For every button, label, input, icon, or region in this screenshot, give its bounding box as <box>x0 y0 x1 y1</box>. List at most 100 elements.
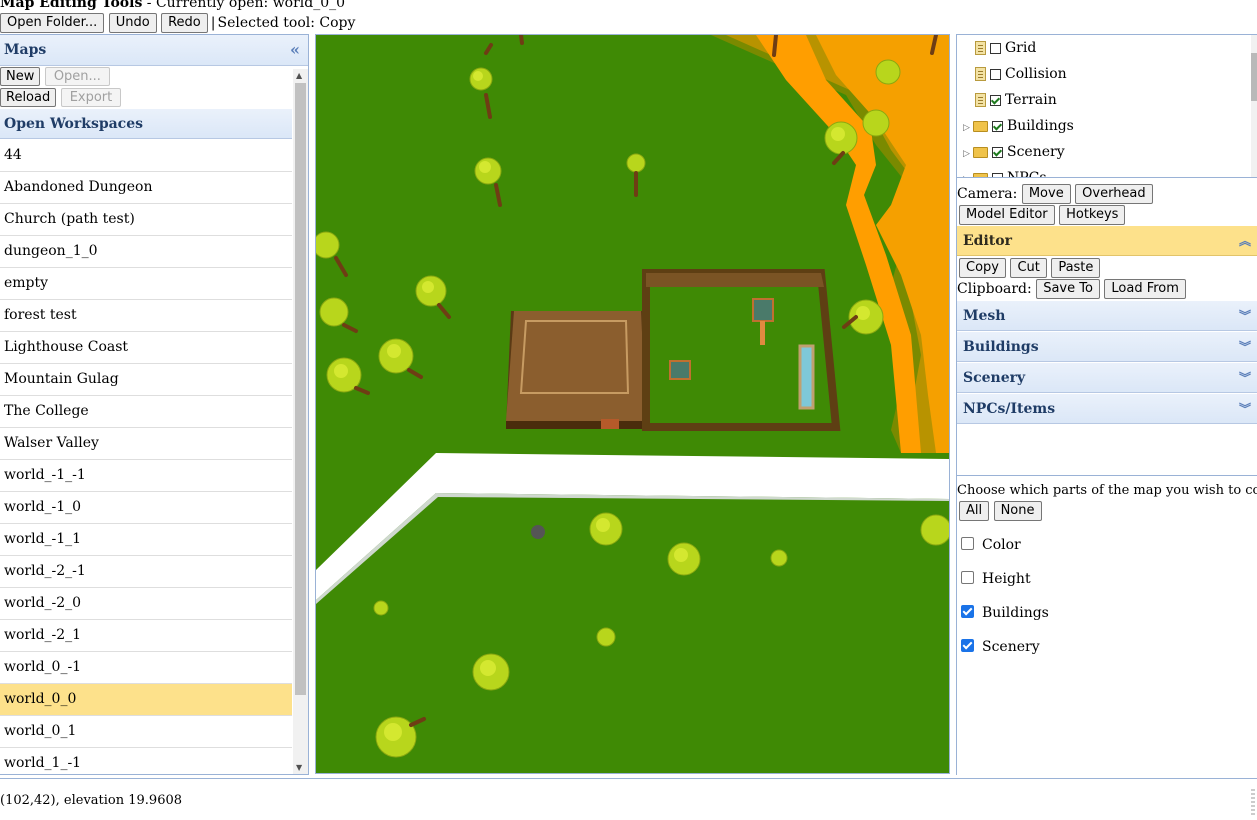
copy-instructions: Choose which parts of the map you wish t… <box>957 483 1257 498</box>
copy-option-label: Color <box>982 537 1021 553</box>
camera-overhead-button[interactable]: Overhead <box>1075 184 1153 204</box>
undo-button[interactable]: Undo <box>108 13 157 33</box>
app-name: Map Editing Tools <box>0 0 143 11</box>
workspace-item[interactable]: 44 <box>0 140 292 172</box>
select-none-button[interactable]: None <box>993 501 1042 521</box>
scenery-section-header[interactable]: Scenery ︾ <box>957 363 1257 393</box>
scrollbar-thumb[interactable] <box>295 83 306 695</box>
folder-icon <box>973 172 988 177</box>
workspace-item[interactable]: world_0_-1 <box>0 652 292 684</box>
camera-controls: Camera: Move Overhead <box>957 184 1153 204</box>
collapse-panel-icon[interactable]: « <box>290 35 300 65</box>
hotkeys-button[interactable]: Hotkeys <box>1059 205 1126 225</box>
layer-visibility-checkbox[interactable] <box>992 146 1003 158</box>
mesh-section-header[interactable]: Mesh ︾ <box>957 301 1257 331</box>
workspace-item[interactable]: world_-1_0 <box>0 492 292 524</box>
copy-option-height[interactable]: Height <box>961 570 1031 587</box>
folder-icon <box>973 146 988 158</box>
export-button[interactable]: Export <box>60 88 122 107</box>
copy-option-label: Scenery <box>982 639 1040 655</box>
view-controls: Model Editor Hotkeys <box>959 205 1126 225</box>
workspace-item[interactable]: forest test <box>0 300 292 332</box>
chest <box>669 360 691 380</box>
paste-tool-button[interactable]: Paste <box>1051 258 1101 278</box>
current-map-name: world_0_0 <box>272 0 346 11</box>
expand-arrow-icon[interactable]: ▷ <box>963 141 973 167</box>
workspace-item[interactable]: empty <box>0 268 292 300</box>
layer-visibility-checkbox[interactable] <box>992 120 1003 132</box>
chevron-down-icon: ︾ <box>1238 309 1251 323</box>
buildings-section-header[interactable]: Buildings ︾ <box>957 332 1257 362</box>
copy-option-scenery[interactable]: Scenery <box>961 638 1040 655</box>
top-bar: Map Editing Tools - Currently open: worl… <box>0 0 1257 34</box>
copy-option-buildings[interactable]: Buildings <box>961 604 1049 621</box>
maps-panel-header: Maps « <box>0 35 308 66</box>
workspace-item[interactable]: dungeon_1_0 <box>0 236 292 268</box>
rock <box>531 525 545 539</box>
layer-collision[interactable]: Collision <box>975 61 1067 87</box>
workspace-item[interactable]: Lighthouse Coast <box>0 332 292 364</box>
layer-visibility-checkbox[interactable] <box>992 172 1003 177</box>
reload-button[interactable]: Reload <box>0 88 57 107</box>
workspace-item[interactable]: world_-1_-1 <box>0 460 292 492</box>
new-map-button[interactable]: New <box>0 67 41 86</box>
layer-terrain[interactable]: Terrain <box>975 87 1057 113</box>
scrollbar-thumb[interactable] <box>1251 53 1257 101</box>
redo-button[interactable]: Redo <box>161 13 208 33</box>
expand-arrow-icon[interactable]: ▷ <box>963 115 973 141</box>
layer-scenery[interactable]: ▷ Scenery <box>963 139 1065 165</box>
workspace-item[interactable]: Abandoned Dungeon <box>0 172 292 204</box>
workspace-item[interactable]: world_1_-1 <box>0 748 292 775</box>
npcs-items-section-title: NPCs/Items <box>963 401 1056 417</box>
select-all-button[interactable]: All <box>959 501 990 521</box>
workspace-scrollbar[interactable]: ▲ ▼ <box>293 69 308 774</box>
copy-option-checkbox[interactable] <box>961 536 974 550</box>
workspace-item[interactable]: world_0_1 <box>0 716 292 748</box>
copy-option-checkbox[interactable] <box>961 604 974 618</box>
layer-npcs[interactable]: ▷ NPCs <box>963 165 1047 178</box>
layers-scrollbar[interactable] <box>1251 35 1257 177</box>
layer-grid[interactable]: Grid <box>975 35 1036 61</box>
workspace-item[interactable]: Church (path test) <box>0 204 292 236</box>
workspace-item[interactable]: Walser Valley <box>0 428 292 460</box>
copy-tool-button[interactable]: Copy <box>959 258 1006 278</box>
model-editor-button[interactable]: Model Editor <box>959 205 1055 225</box>
layer-visibility-checkbox[interactable] <box>990 94 1001 106</box>
file-icon <box>975 41 986 55</box>
scroll-down-icon[interactable]: ▼ <box>296 763 302 772</box>
map-viewport[interactable] <box>315 34 950 774</box>
cut-tool-button[interactable]: Cut <box>1010 258 1047 278</box>
layer-visibility-checkbox[interactable] <box>990 42 1001 54</box>
copy-option-color[interactable]: Color <box>961 536 1021 553</box>
maps-panel: Maps « New Open... Reload Export Open Wo… <box>0 34 309 775</box>
workspace-item[interactable]: The College <box>0 396 292 428</box>
clipboard-controls: Clipboard: Save To Load From <box>957 279 1186 299</box>
camera-move-button[interactable]: Move <box>1021 184 1071 204</box>
maps-actions: New Open... Reload Export <box>0 66 292 109</box>
workspace-item[interactable]: world_-2_0 <box>0 588 292 620</box>
expand-arrow-icon[interactable]: ▷ <box>963 167 973 177</box>
workspace-item[interactable]: world_-2_1 <box>0 620 292 652</box>
copy-option-checkbox[interactable] <box>961 570 974 584</box>
resize-grip-icon[interactable] <box>1251 789 1255 815</box>
layer-visibility-checkbox[interactable] <box>990 68 1001 80</box>
water-trough <box>798 344 815 410</box>
npcs-items-section-header[interactable]: NPCs/Items ︾ <box>957 394 1257 424</box>
editor-section-header[interactable]: Editor ︽ <box>957 226 1257 256</box>
layer-buildings[interactable]: ▷ Buildings <box>963 113 1074 139</box>
scroll-up-icon[interactable]: ▲ <box>296 71 302 80</box>
copy-option-checkbox[interactable] <box>961 638 974 652</box>
load-from-button[interactable]: Load From <box>1104 279 1186 299</box>
camera-label: Camera: <box>957 186 1018 202</box>
open-map-button[interactable]: Open... <box>44 67 110 86</box>
workspace-item[interactable]: world_0_0 <box>0 684 292 716</box>
clipboard-label: Clipboard: <box>957 281 1032 297</box>
workspace-item[interactable]: world_-2_-1 <box>0 556 292 588</box>
workspace-item[interactable]: world_-1_1 <box>0 524 292 556</box>
layer-label: Terrain <box>1005 92 1057 108</box>
save-to-button[interactable]: Save To <box>1036 279 1100 299</box>
file-icon <box>975 93 986 107</box>
open-folder-button[interactable]: Open Folder... <box>0 13 105 33</box>
workspace-item[interactable]: Mountain Gulag <box>0 364 292 396</box>
layer-label: NPCs <box>1007 170 1047 178</box>
